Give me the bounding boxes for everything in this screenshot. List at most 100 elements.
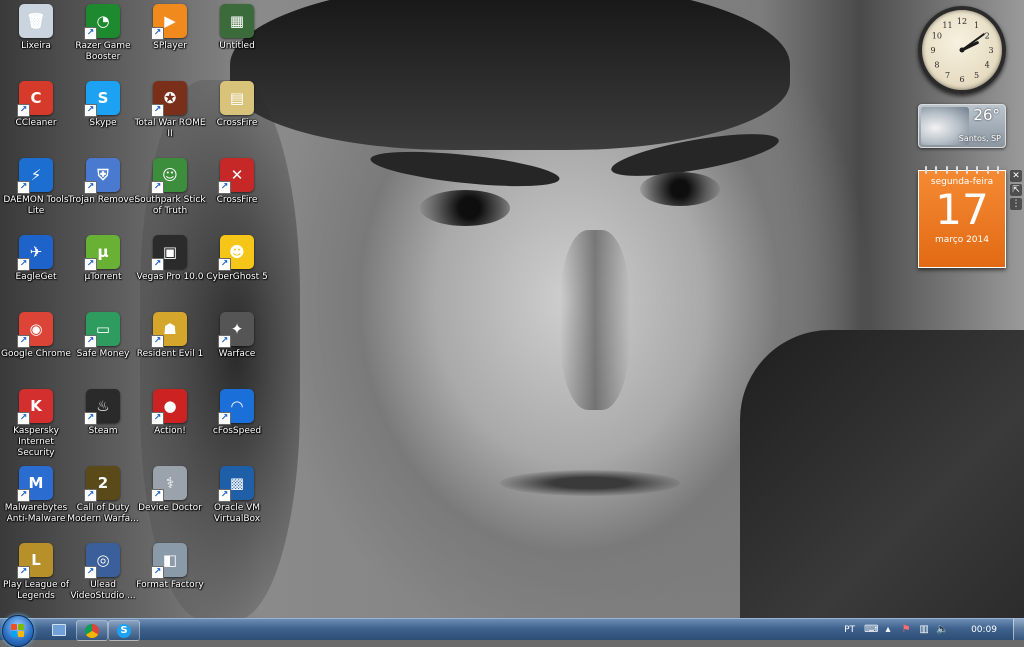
desktop-icon[interactable]: ✦ ↗ Warface: [201, 312, 273, 386]
desktop-icon[interactable]: ◔ ↗ Razer Game Booster: [67, 4, 139, 78]
wallpaper-eye-left: [420, 190, 510, 226]
network-icon[interactable]: ▥: [918, 624, 930, 636]
wallpaper-hair: [230, 0, 790, 150]
desktop-icon[interactable]: ⛨ ↗ Trojan Remover: [67, 158, 139, 232]
app-icon: ☻ ↗: [218, 235, 254, 271]
desktop-icon[interactable]: µ ↗ µTorrent: [67, 235, 139, 309]
show-desktop-button[interactable]: [1013, 619, 1024, 640]
language-indicator[interactable]: PT: [844, 625, 855, 635]
desktop-icon[interactable]: ◎ ↗ Ulead VideoStudio ...: [67, 543, 139, 617]
shortcut-arrow-icon: ↗: [84, 489, 97, 502]
desktop-icon[interactable]: ▤ CrossFire: [201, 81, 273, 155]
desktop-icon[interactable]: L ↗ Play League of Legends: [0, 543, 72, 617]
desktop-icon[interactable]: ◉ ↗ Google Chrome: [0, 312, 72, 386]
desktop-icon-label: Skype: [89, 118, 117, 128]
taskbar-chrome-button[interactable]: [76, 620, 108, 641]
app-icon: ✪ ↗: [151, 81, 187, 117]
desktop-icon-label: Trojan Remover: [68, 195, 138, 205]
desktop-icon[interactable]: ☺ ↗ Southpark Stick of Truth: [134, 158, 206, 232]
desktop-icon[interactable]: ☗ ↗ Resident Evil 1: [134, 312, 206, 386]
desktop-icon-label: Untitled: [219, 41, 255, 51]
desktop-icon-label: Warface: [218, 349, 256, 359]
desktop-icon[interactable]: ▩ ↗ Oracle VM VirtualBox: [201, 466, 273, 540]
app-icon: ☗ ↗: [151, 312, 187, 348]
desktop-icon[interactable]: ✪ ↗ Total War ROME II: [134, 81, 206, 155]
desktop-icon[interactable]: ▶ ↗ SPlayer: [134, 4, 206, 78]
desktop-icon[interactable]: ☻ ↗ CyberGhost 5: [201, 235, 273, 309]
app-icon: M ↗: [17, 466, 53, 502]
skype-icon: S: [117, 623, 131, 638]
app-icon: ◉ ↗: [17, 312, 53, 348]
close-gadget-icon[interactable]: ✕: [1010, 170, 1022, 182]
desktop-icon[interactable]: K ↗ Kaspersky Internet Security: [0, 389, 72, 463]
shortcut-arrow-icon: ↗: [84, 27, 97, 40]
weather-gadget[interactable]: 26° Santos, SP: [918, 104, 1006, 148]
desktop-icon-label: µTorrent: [84, 272, 122, 282]
resize-gadget-icon[interactable]: ⇱: [1010, 184, 1022, 196]
desktop-icon[interactable]: M ↗ Malwarebytes Anti-Malware: [0, 466, 72, 540]
calendar-gadget[interactable]: segunda-feira 17 março 2014: [918, 166, 1006, 268]
desktop-icon[interactable]: ◧ ↗ Format Factory: [134, 543, 206, 617]
taskbar: S PT ⌨ ▴ ⚑ ▥ 🔈 00:09: [0, 615, 1024, 647]
start-button[interactable]: [2, 615, 34, 647]
taskbar-skype-button[interactable]: S: [108, 620, 140, 641]
desktop-icon[interactable]: ⚕ ↗ Device Doctor: [134, 466, 206, 540]
desktop-icon[interactable]: ✕ ↗ CrossFire: [201, 158, 273, 232]
desktop-icon[interactable]: 🗑 Lixeira: [0, 4, 72, 78]
desktop-icon[interactable]: ● ↗ Action!: [134, 389, 206, 463]
desktop-icon-label: SPlayer: [153, 41, 187, 51]
app-icon: ▤: [220, 81, 254, 115]
desktop-icon-label: Resident Evil 1: [136, 349, 204, 359]
app-icon: ● ↗: [151, 389, 187, 425]
wallpaper-nose-shadow: [560, 230, 630, 410]
clock-numeral: 3: [988, 46, 993, 55]
desktop-icon[interactable]: C ↗ CCleaner: [0, 81, 72, 155]
clock-numeral: 1: [974, 21, 979, 30]
desktop-icon-label: Play League of Legends: [2, 580, 70, 601]
desktop-icon-label: Action!: [154, 426, 186, 436]
clock-numeral: 6: [959, 75, 964, 84]
clock-numeral: 8: [934, 61, 939, 70]
keyboard-icon[interactable]: ⌨: [864, 624, 878, 636]
desktop-icon[interactable]: ⚡ ↗ DAEMON Tools Lite: [0, 158, 72, 232]
shortcut-arrow-icon: ↗: [84, 104, 97, 117]
shortcut-arrow-icon: ↗: [218, 489, 231, 502]
desktop-icon[interactable]: ▭ ↗ Safe Money: [67, 312, 139, 386]
desktop-icon[interactable]: ◠ ↗ cFosSpeed: [201, 389, 273, 463]
desktop-icon[interactable]: ▦ Untitled: [201, 4, 273, 78]
taskbar-explorer-button[interactable]: [44, 620, 74, 639]
monitor-icon: [52, 623, 66, 636]
desktop-icon-label: Vegas Pro 10.0: [136, 272, 204, 282]
volume-icon[interactable]: 🔈: [936, 624, 948, 636]
desktop-icon[interactable]: ♨ ↗ Steam: [67, 389, 139, 463]
desktop-icon-label: Razer Game Booster: [75, 41, 131, 62]
app-icon: L ↗: [17, 543, 53, 579]
shortcut-arrow-icon: ↗: [218, 258, 231, 271]
clock-gadget[interactable]: 1 2 3 4 5 6 7 8 9 10 11 12: [918, 6, 1006, 94]
desktop-icon[interactable]: ✈ ↗ EagleGet: [0, 235, 72, 309]
weather-temperature: 26°: [973, 106, 1000, 124]
show-hidden-icons-icon[interactable]: ▴: [882, 624, 894, 636]
action-center-flag-icon[interactable]: ⚑: [900, 624, 912, 636]
clock-numeral: 10: [932, 32, 942, 41]
desktop-icon[interactable]: S ↗ Skype: [67, 81, 139, 155]
app-icon: S ↗: [84, 81, 120, 117]
app-icon: ☺ ↗: [151, 158, 187, 194]
app-icon: ✈ ↗: [17, 235, 53, 271]
clock-numeral: 2: [985, 32, 990, 41]
shortcut-arrow-icon: ↗: [17, 181, 30, 194]
app-icon: ▩ ↗: [218, 466, 254, 502]
clock-numeral: 9: [930, 46, 935, 55]
desktop-icon[interactable]: ▣ ↗ Vegas Pro 10.0: [134, 235, 206, 309]
desktop-icon[interactable]: 2 ↗ Call of Duty Modern Warfa...: [67, 466, 139, 540]
shortcut-arrow-icon: ↗: [151, 566, 164, 579]
shortcut-arrow-icon: ↗: [17, 412, 30, 425]
app-icon: ▶ ↗: [151, 4, 187, 40]
app-icon: ✕ ↗: [218, 158, 254, 194]
shortcut-arrow-icon: ↗: [151, 258, 164, 271]
taskbar-clock[interactable]: 00:09: [971, 625, 997, 635]
app-icon: ▣ ↗: [151, 235, 187, 271]
desktop-icon-label: CrossFire: [216, 118, 258, 128]
clock-numeral: 5: [974, 71, 979, 80]
drag-gadget-icon[interactable]: ⋮: [1010, 198, 1022, 210]
